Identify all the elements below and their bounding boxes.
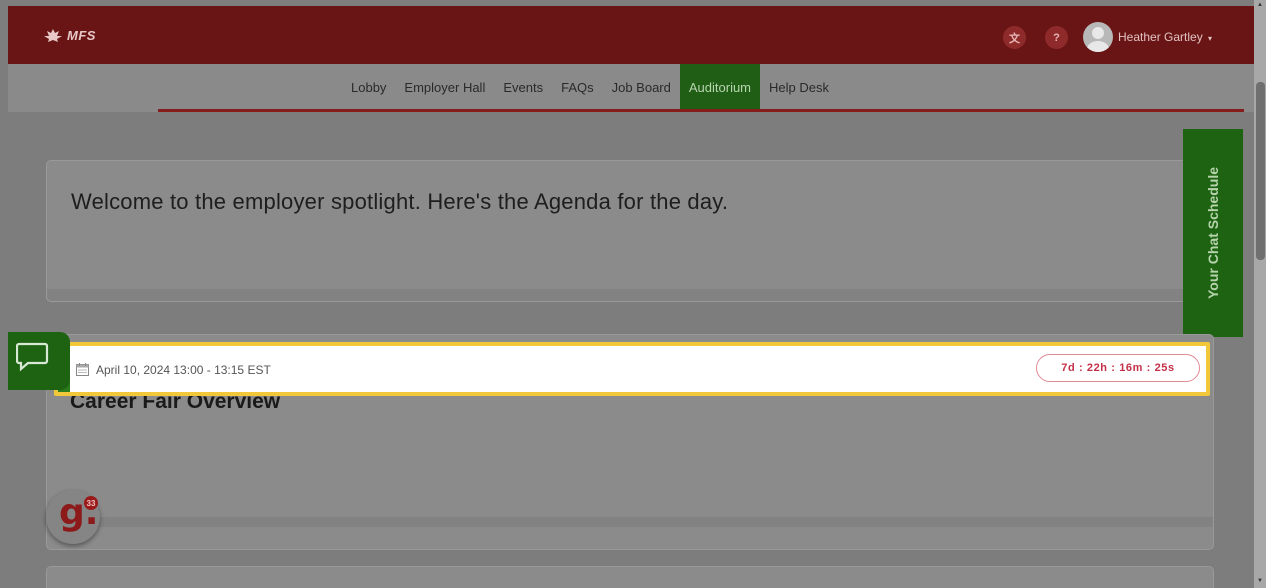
scroll-down-icon[interactable]: ▼ — [1257, 578, 1263, 584]
chat-schedule-tab[interactable]: Your Chat Schedule — [1183, 129, 1243, 337]
user-menu[interactable]: Heather Gartley ▾ — [1118, 30, 1212, 44]
notification-count: 33 — [84, 496, 98, 510]
page: MFS 文 ? Heather Gartley ▾ Lobby Employer… — [0, 0, 1266, 588]
help-button[interactable]: ? — [1045, 26, 1068, 49]
nav-item-job-board[interactable]: Job Board — [603, 64, 680, 110]
nav-item-faqs[interactable]: FAQs — [552, 64, 603, 110]
welcome-card: Welcome to the employer spotlight. Here'… — [46, 160, 1192, 302]
chat-button[interactable] — [8, 332, 70, 390]
top-header: MFS 文 ? Heather Gartley ▾ — [8, 6, 1254, 64]
calendar-icon — [76, 363, 89, 376]
scrollbar-thumb[interactable] — [1256, 82, 1265, 260]
nav-items: Lobby Employer Hall Events FAQs Job Boar… — [342, 64, 838, 110]
help-icon: ? — [1053, 31, 1060, 44]
user-name: Heather Gartley — [1118, 30, 1203, 44]
brand-logo[interactable]: MFS — [44, 28, 96, 43]
nav-item-lobby[interactable]: Lobby — [342, 64, 395, 110]
nav-item-help-desk[interactable]: Help Desk — [760, 64, 838, 110]
nav-item-events[interactable]: Events — [494, 64, 552, 110]
translate-button[interactable]: 文 — [1003, 26, 1026, 49]
translate-icon: 文 — [1009, 32, 1020, 45]
nav-item-employer-hall[interactable]: Employer Hall — [395, 64, 494, 110]
session-date-bar: April 10, 2024 13:00 - 13:15 EST 7d : 22… — [54, 342, 1210, 396]
chat-schedule-label: Your Chat Schedule — [1205, 167, 1222, 299]
card-footer — [47, 289, 1191, 301]
maple-leaf-icon — [44, 28, 62, 43]
countdown-timer: 7d : 22h : 16m : 25s — [1036, 354, 1200, 382]
chat-bubble-icon — [16, 342, 49, 372]
g-app-badge[interactable]: g. 33 — [46, 490, 100, 544]
chevron-down-icon: ▾ — [1208, 34, 1213, 43]
nav-item-auditorium[interactable]: Auditorium — [679, 64, 761, 110]
card-footer — [47, 517, 1213, 527]
scroll-up-icon[interactable]: ▲ — [1257, 2, 1263, 8]
main-nav: Lobby Employer Hall Events FAQs Job Boar… — [8, 64, 1254, 112]
brand-name: MFS — [67, 28, 96, 43]
nav-underline — [158, 109, 1244, 112]
session-card-next — [46, 566, 1214, 588]
avatar[interactable] — [1083, 22, 1113, 52]
session-date: April 10, 2024 13:00 - 13:15 EST — [96, 363, 271, 377]
welcome-heading: Welcome to the employer spotlight. Here'… — [71, 189, 729, 214]
